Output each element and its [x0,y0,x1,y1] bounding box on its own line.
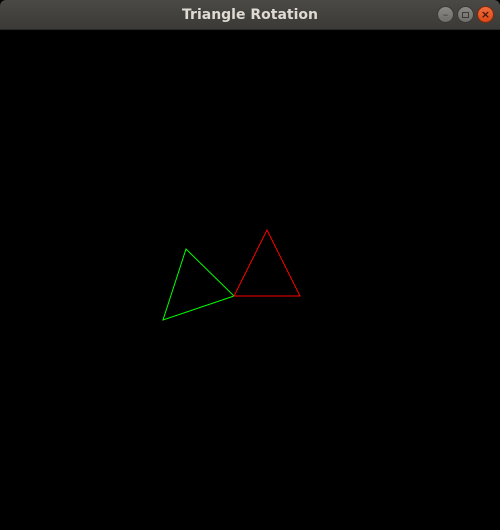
window-title: Triangle Rotation [182,7,318,23]
maximize-button[interactable] [457,6,474,23]
canvas-background [0,30,500,530]
app-window: Triangle Rotation – × [0,0,500,530]
triangle-scene [0,30,500,530]
window-controls: – × [437,6,494,24]
drawing-canvas [0,30,500,530]
minimize-button[interactable]: – [437,6,454,23]
maximize-icon [462,11,469,18]
close-button[interactable]: × [477,6,494,23]
close-icon: × [480,8,491,21]
minimize-icon: – [442,8,449,21]
title-bar[interactable]: Triangle Rotation – × [0,0,500,30]
